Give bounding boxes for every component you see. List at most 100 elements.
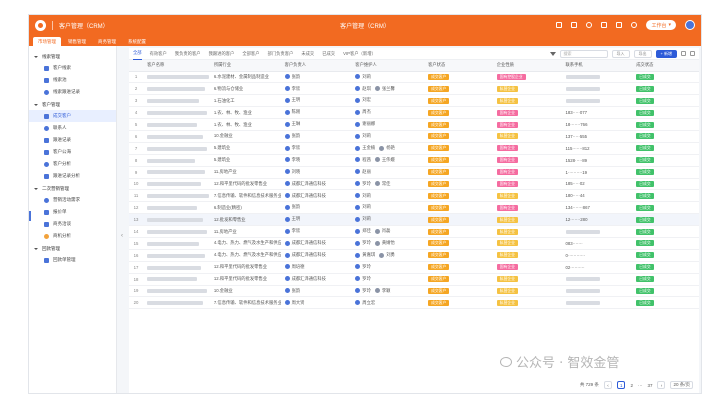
- header-deal[interactable]: 成交状态: [632, 60, 699, 72]
- table-row[interactable]: 1 6.水泥建材、金属制品制造业 张韵 刘莉 成交客户 国有控股企业 已成交: [129, 71, 699, 84]
- import-button[interactable]: 导入: [611, 49, 630, 58]
- header-nature[interactable]: 企业性质: [492, 60, 562, 72]
- prev-page-button[interactable]: ‹: [603, 381, 612, 389]
- collapse-sidebar-icon[interactable]: ‹: [121, 233, 123, 239]
- sidebar-item[interactable]: 商务洽谈: [29, 218, 116, 230]
- customer-name[interactable]: [143, 201, 210, 215]
- table-row[interactable]: 13 12.批发和零售业 王明 刘莉 成交客户 私营企业 12·······280 已成交: [129, 213, 699, 227]
- search-input[interactable]: 搜索: [559, 49, 608, 58]
- customer-name[interactable]: [143, 261, 210, 274]
- filter-tab[interactable]: 我负责的客户: [175, 48, 201, 60]
- table-row[interactable]: 8 5.建筑业 李晓 程茜 王伟娥 成交客户 国有企业 1528·····89 已成交: [129, 154, 699, 167]
- filter-tab[interactable]: 全部客户: [242, 48, 259, 60]
- table-row[interactable]: 12 6.制造业(精密) 张韵 刘莉 成交客户 国有企业 134·······867 已成交: [129, 201, 699, 215]
- customer-name[interactable]: [143, 285, 210, 298]
- home-icon[interactable]: [556, 22, 563, 28]
- table-row[interactable]: 19 10.金融业 张韵 罗玲 李颖 成交客户 私营企业 已成交: [129, 285, 699, 298]
- filter-icon[interactable]: [549, 51, 556, 56]
- table-row[interactable]: 18 12.和平里代码的批发零售业 成都汇泽通信科技 罗玲 成交客户 私营企业 已成交: [129, 273, 699, 286]
- customer-name[interactable]: [143, 189, 210, 203]
- sidebar-item[interactable]: 营销活动需求: [29, 194, 116, 206]
- customer-name[interactable]: [143, 166, 210, 179]
- sidebar-item[interactable]: 联系人: [29, 122, 116, 134]
- table-row[interactable]: 14 11.房地产业 李欣 郑佳 肖磊 成交客户 私营企业 已成交: [129, 225, 699, 238]
- customer-name[interactable]: [143, 142, 210, 155]
- customer-name[interactable]: [143, 71, 210, 84]
- sidebar-item[interactable]: 客户分析: [29, 158, 116, 170]
- filter-tab[interactable]: VIP客户（新增）: [343, 48, 376, 60]
- table-row[interactable]: 17 12.和平里代码的批发零售业 周培德 罗玲 成交客户 国有企业 02·········…: [129, 261, 699, 274]
- page-2-button[interactable]: 2: [630, 383, 633, 388]
- tab-sales[interactable]: 销售管理: [63, 37, 91, 46]
- page-1-button[interactable]: 1: [616, 381, 626, 389]
- export-button[interactable]: 导出: [633, 49, 652, 58]
- sidebar-item[interactable]: 跟进记录分析: [29, 170, 116, 182]
- sidebar-group[interactable]: 二次营销管理: [29, 184, 116, 194]
- sidebar-item[interactable]: 商机分析: [29, 230, 116, 242]
- customer-name[interactable]: [143, 154, 210, 167]
- header-name[interactable]: 客户名称: [143, 60, 210, 72]
- next-page-button[interactable]: ›: [657, 381, 666, 389]
- sidebar-item[interactable]: 成交客户: [29, 110, 116, 122]
- customer-name[interactable]: [143, 178, 210, 191]
- sidebar-item[interactable]: 回款单管理: [29, 254, 116, 266]
- table-row[interactable]: 16 4.电力、热力、燃气及水生产和供应业 成都汇泽通信科技 黄嘉琪 刘勇 成交客户 私营企…: [129, 249, 699, 262]
- sidebar-item[interactable]: 线索池: [29, 74, 116, 86]
- customer-name[interactable]: [143, 237, 210, 250]
- workbench-button[interactable]: 工作台 ▾: [646, 20, 676, 30]
- message-icon[interactable]: [586, 22, 593, 28]
- add-button[interactable]: + 新增: [655, 49, 677, 58]
- sidebar-group[interactable]: 客户管理: [29, 100, 116, 110]
- header-status[interactable]: 客户状态: [424, 60, 493, 72]
- table-row[interactable]: 4 1.农、林、牧、渔业 陈刚 周杰 成交客户 国有企业 183·····077 已成交: [129, 106, 699, 120]
- apps-icon[interactable]: [616, 22, 623, 28]
- header-phone[interactable]: 联系手机: [561, 60, 633, 72]
- customer-name[interactable]: [143, 213, 210, 227]
- table-row[interactable]: 11 7.信息传输、软件和信息技术服务业 成都汇泽通信科技 刘莉 成交客户 私营企业 180…: [129, 189, 699, 203]
- table-row[interactable]: 6 10.金融业 张韵 刘莉 成交客户 私营企业 137·····555 已成交: [129, 130, 699, 143]
- table-row[interactable]: 10 12.和平里代码的批发零售业 成都汇泽通信科技 罗玲 常佳 成交客户 国有企业 185·…: [129, 178, 699, 191]
- page-size-select[interactable]: 20 条/页: [670, 381, 693, 389]
- table-row[interactable]: 3 1.石油化工 王明 刘宏 成交客户 私营企业 已成交: [129, 94, 699, 108]
- customer-name[interactable]: [143, 82, 210, 96]
- calendar-icon[interactable]: [601, 22, 608, 28]
- sidebar-item[interactable]: 线索跟进记录: [29, 86, 116, 98]
- header-industry[interactable]: 所属行业: [209, 60, 281, 72]
- sidebar-item[interactable]: 跟进记录: [29, 134, 116, 146]
- sidebar-group[interactable]: 线索管理: [29, 52, 116, 62]
- customer-name[interactable]: [143, 106, 210, 120]
- avatar[interactable]: [685, 20, 695, 30]
- table-row[interactable]: 5 1.农、林、牧、渔业 王琳 谢丽娜 成交客户 国有企业 18·······766 已成交: [129, 118, 699, 131]
- filter-tab[interactable]: 全部: [133, 48, 142, 60]
- sidebar-item[interactable]: 客户公海: [29, 146, 116, 158]
- refresh-icon[interactable]: [690, 51, 695, 56]
- customer-name[interactable]: [143, 296, 210, 310]
- header-maintainer[interactable]: 客户维护人: [351, 60, 425, 72]
- sidebar-item[interactable]: 报价单: [29, 206, 116, 218]
- sidebar-group[interactable]: 回款管理: [29, 244, 116, 254]
- tab-market[interactable]: 市场管理: [33, 37, 61, 46]
- filter-tab[interactable]: 未成交: [301, 48, 314, 60]
- header-owner[interactable]: 客户负责人: [280, 60, 352, 72]
- table-row[interactable]: 9 11.房地产业 刘晓 赵丽 成交客户 国有企业 1··········19 已成交: [129, 166, 699, 179]
- customer-name[interactable]: [143, 273, 210, 286]
- filter-tab[interactable]: 我跟进的客户: [209, 48, 235, 60]
- filter-tab[interactable]: 部门负责客户: [268, 48, 294, 60]
- table-row[interactable]: 15 4.电力、热力、燃气及水生产和供应业 成都汇泽通信科技 罗玲 黄婧怡 成交客户 私营企…: [129, 237, 699, 250]
- customer-name[interactable]: [143, 118, 210, 131]
- customer-name[interactable]: [143, 94, 210, 108]
- table-row[interactable]: 2 6.物流与仓储业 李欣 赵琪 张兰馨 成交客户 私营企业 已成交: [129, 82, 699, 96]
- filter-tab[interactable]: 已成交: [322, 48, 335, 60]
- customer-name[interactable]: [143, 225, 210, 238]
- settings-icon[interactable]: [571, 22, 578, 28]
- page-last-button[interactable]: 37: [647, 383, 652, 388]
- sidebar-item[interactable]: 客户线索: [29, 62, 116, 74]
- tab-system[interactable]: 系统配置: [123, 37, 151, 46]
- table-row[interactable]: 7 5.建筑业 李欣 王金楠 杨艳 成交客户 国有企业 115·······812 已成交: [129, 142, 699, 155]
- filter-tab[interactable]: 有效客户: [150, 48, 167, 60]
- column-settings-icon[interactable]: [681, 51, 686, 56]
- table-row[interactable]: 20 7.信息传输、软件和信息技术服务业 周大贤 周立宏 成交客户 私营企业 已成交: [129, 296, 699, 310]
- bell-icon[interactable]: [631, 22, 638, 28]
- tab-business[interactable]: 商务管理: [93, 37, 121, 46]
- customer-name[interactable]: [143, 249, 210, 262]
